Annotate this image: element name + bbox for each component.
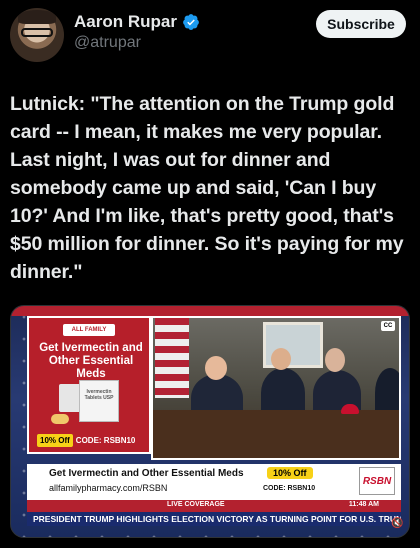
author-handle[interactable]: @atrupar (74, 34, 141, 52)
lower-discount-badge: 10% Off (267, 467, 313, 479)
news-ticker: PRESIDENT TRUMP HIGHLIGHTS ELECTION VICT… (27, 512, 401, 526)
tweet-text: Lutnick: "The attention on the Trump gol… (10, 93, 404, 283)
live-bar: LIVE COVERAGE 11:48 AM (27, 500, 401, 512)
ticker-text: PRESIDENT TRUMP HIGHLIGHTS ELECTION VICT… (33, 514, 401, 524)
top-red-band (11, 306, 409, 316)
pharmacy-ad-panel: ALL FAMILY PHARMACY Get Ivermectin and O… (27, 316, 151, 454)
mute-icon[interactable]: 🔇 (391, 518, 405, 530)
avatar-hair (18, 10, 56, 24)
subscribe-button[interactable]: Subscribe (316, 10, 406, 38)
pills-image (51, 414, 69, 424)
avatar[interactable] (10, 8, 64, 62)
medicine-box-image: Ivermectin Tablets USP (79, 380, 119, 422)
avatar-glasses (21, 28, 53, 37)
video-player[interactable]: ALL FAMILY PHARMACY Get Ivermectin and O… (10, 305, 410, 538)
lower-third-ad: Get Ivermectin and Other Essential Meds … (27, 464, 401, 500)
broadcast-time: 11:48 AM (348, 501, 379, 508)
pharmacy-logo: ALL FAMILY PHARMACY (63, 324, 115, 345)
lower-promo-code: CODE: RSBN10 (263, 485, 316, 492)
ad-promo: 10% Off CODE: RSBN10 (37, 434, 135, 447)
ad-promo-code: CODE: RSBN10 (75, 436, 136, 445)
conference-table (153, 410, 399, 458)
lower-ad-url: allfamilypharmacy.com/RSBN (49, 483, 168, 493)
author-name[interactable]: Aaron Rupar (74, 12, 177, 32)
verified-badge-icon (183, 14, 199, 30)
ad-title: Get Ivermectin and Other Essential Meds (39, 342, 143, 380)
rsbn-logo: RSBN (359, 467, 395, 495)
author-name-row: Aaron Rupar (74, 12, 200, 32)
medicine-box-label: Ivermectin Tablets USP (84, 389, 114, 401)
live-coverage-label: LIVE COVERAGE (167, 501, 225, 508)
closed-captions-icon[interactable]: CC (381, 321, 395, 331)
ad-discount-badge: 10% Off (37, 434, 73, 447)
lower-ad-title: Get Ivermectin and Other Essential Meds (49, 468, 244, 479)
us-flag (155, 318, 189, 398)
video-frame: CC (151, 316, 401, 460)
person-2-head (271, 348, 291, 370)
person-3-head (325, 348, 345, 372)
person-1-head (205, 356, 227, 380)
red-hat (341, 404, 359, 414)
tweet-header: Aaron Rupar @atrupar Subscribe (0, 0, 420, 80)
